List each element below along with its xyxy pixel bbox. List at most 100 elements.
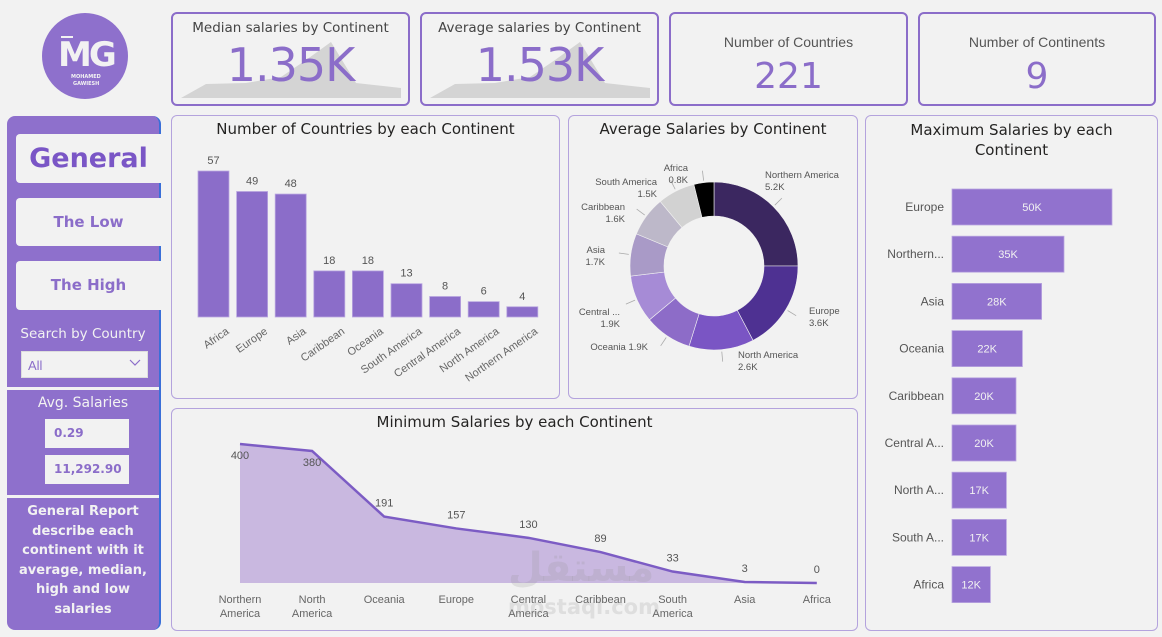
data-point[interactable] [451,523,461,533]
x-tick-label-line: Asia [734,594,756,606]
x-tick-label: Central America [508,594,549,620]
slice-label-name: Europe [809,306,840,317]
kpi-number-of-countries: Number of Countries 221 [669,12,908,106]
x-tick-label-line: Europe [439,594,474,606]
point-data-label: 0 [814,564,820,576]
y-tick-label: Central A... [885,436,944,450]
nav-button-label: The Low [53,213,124,231]
bar-data-label: 20K [974,438,994,450]
x-tick-label: South America [652,594,693,620]
data-point[interactable] [668,567,678,577]
slice-label-value: 1.6K [605,214,625,225]
logo: MG MOHAMED GAWIESH [42,13,128,99]
kpi-average-salaries: Average salaries by Continent 1.53K [420,12,659,106]
point-data-label: 380 [303,457,321,469]
bar[interactable] [351,270,384,318]
slice-label-name: North America [738,350,799,361]
point-data-label: 130 [519,519,537,531]
y-tick-label: Europe [905,200,944,214]
x-tick-label: Africa [803,594,832,606]
data-point[interactable] [523,533,533,543]
x-tick-label-line: America [220,608,261,620]
bar-data-label: 6 [481,286,487,298]
sidebar: General The Low The High Search by Count… [7,116,161,630]
nav-button-the-low[interactable]: The Low [16,198,161,246]
x-tick-label-line: Northern [219,594,262,606]
country-slicer-dropdown[interactable]: All [21,351,148,378]
point-data-label: 33 [666,553,678,565]
avg-salary-max-value: 11,292.90 [45,455,129,484]
x-tick-label-line: Central [511,594,546,606]
slice-label: Caribbean1.6K [581,202,626,225]
slice-label-value: 2.6K [738,362,758,373]
bar-data-label: 18 [323,255,335,267]
avg-salaries-donut-chart: Northern America5.2K Europe3.6K North Amer… [579,163,840,373]
nav-button-general[interactable]: General [16,134,161,183]
avg-salary-min-value: 0.29 [45,419,129,448]
avg-salaries-label: Avg. Salaries [37,395,129,411]
leader-line [702,170,705,181]
x-tick-label-line: America [652,608,693,620]
bar-data-label: 17K [969,532,989,544]
x-tick-label-line: Caribbean [575,594,626,606]
bar[interactable] [313,270,346,318]
search-by-country-label: Search by Country [20,326,146,342]
bar-data-label: 35K [998,249,1018,261]
x-tick-label: Asia [284,325,309,348]
kpi-value: 1.35K [226,38,356,92]
nav-button-the-high[interactable]: The High [16,261,161,310]
divider [7,495,159,498]
y-tick-label: South A... [892,530,944,544]
data-point[interactable] [235,439,245,449]
x-tick-label: Asia [734,594,756,606]
data-point[interactable] [307,446,317,456]
nav-button-label: The High [50,276,127,294]
data-point[interactable] [812,578,822,588]
point-data-label: 191 [375,498,393,510]
bar-data-label: 8 [442,281,448,293]
x-tick-label-line: Africa [803,594,832,606]
divider [7,387,159,390]
x-tick-label-line: South [658,594,687,606]
bar[interactable] [467,301,500,318]
data-point[interactable] [740,577,750,587]
leader-line [660,337,667,347]
slice-label: Asia1.7K [585,245,605,268]
point-data-label: 400 [231,450,249,462]
bar[interactable] [236,191,268,318]
data-point[interactable] [379,512,389,522]
x-tick-label: Caribbean [575,594,626,606]
bar-data-label: 49 [246,175,258,187]
slice-label: Central ...1.9K [579,307,621,330]
slice-label-text: Oceania 1.9K [590,342,648,353]
slice-label: Africa0.8K [664,163,689,186]
leader-line [721,351,724,362]
bar-data-label: 48 [285,178,297,190]
donut-slice[interactable] [713,181,799,267]
x-tick-label-line: Oceania [364,594,406,606]
bar[interactable] [390,283,423,318]
kpi-title: Number of Continents [968,34,1106,50]
x-tick-label-line: North [299,594,326,606]
countries-by-continent-panel: Number of Countries by each Continent 57… [171,115,560,399]
leader-line [625,299,636,305]
avg-salaries-donut-panel: Average Salaries by Continent Northern A… [568,115,858,399]
x-tick-label: Europe [234,326,270,356]
slicer-value: All [28,358,43,373]
bar[interactable] [506,306,539,318]
slice-label-name: Northern America [765,170,840,181]
slice-label: Europe3.6K [809,306,840,329]
y-tick-label: Asia [921,294,945,308]
bar-data-label: 20K [974,391,994,403]
bar[interactable] [197,170,230,318]
report-description: General Report describe each continent w… [19,504,147,617]
bar[interactable] [429,296,462,318]
point-data-label: 157 [447,509,465,521]
x-tick-label-line: America [508,608,549,620]
bar[interactable] [274,193,307,318]
data-point[interactable] [596,547,606,557]
point-data-label: 3 [742,563,748,575]
slice-label-value: 1.5K [637,189,657,200]
logo-name-line2: GAWIESH [73,81,100,87]
leader-line [636,208,645,216]
